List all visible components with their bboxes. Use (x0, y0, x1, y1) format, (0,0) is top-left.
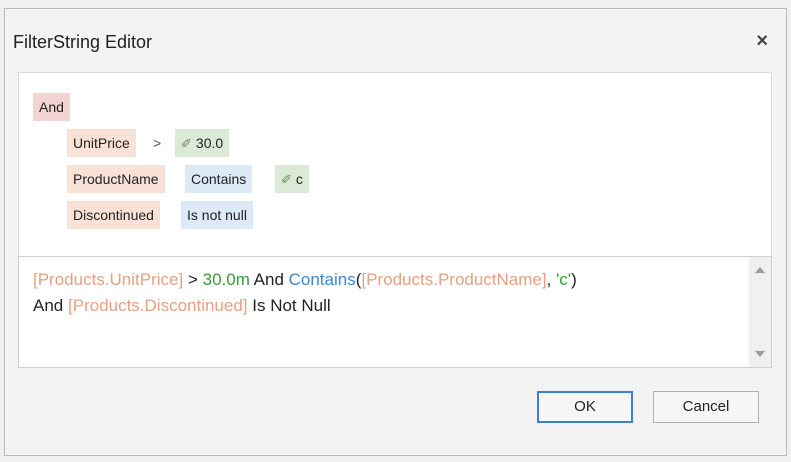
scroll-down-arrow-icon[interactable] (755, 351, 765, 357)
filter-expression-text: [Products.UnitPrice] > 30.0m And Contain… (33, 267, 735, 319)
condition-operator-isnotnull[interactable]: Is not null (181, 201, 253, 229)
expression-token-field: [Products.ProductName] (361, 270, 547, 289)
cancel-button[interactable]: Cancel (653, 391, 759, 423)
expression-token-kw: And (33, 296, 68, 315)
title-bar: FilterString Editor × (5, 9, 786, 79)
expression-token-field: [Products.Discontinued] (67, 296, 248, 315)
group-operator-and[interactable]: And (33, 93, 70, 121)
expression-token-fn: Contains (288, 270, 356, 289)
filter-tree-panel: And UnitPrice > ✐ 30.0 ProductName Contai… (18, 72, 772, 256)
condition-field-discontinued[interactable]: Discontinued (67, 201, 160, 229)
expression-token-kw: Is Not Null (247, 296, 331, 315)
condition-field-unitprice[interactable]: UnitPrice (67, 129, 136, 157)
close-icon[interactable]: × (756, 31, 768, 51)
expression-token-kw: , (546, 270, 557, 289)
expression-token-kw: And (249, 270, 289, 289)
condition-operator-greater[interactable]: > (147, 129, 167, 157)
ok-button[interactable]: OK (537, 391, 633, 423)
expression-token-kw: > (183, 270, 203, 289)
condition-value-productname[interactable]: ✐ c (275, 165, 309, 193)
condition-value-unitprice[interactable]: ✐ 30.0 (175, 129, 230, 157)
vertical-scrollbar[interactable] (749, 257, 771, 367)
condition-value-text: 30.0 (195, 135, 224, 151)
expression-token-kw: ) (571, 270, 577, 289)
condition-operator-contains[interactable]: Contains (185, 165, 253, 193)
expression-token-field: [Products.UnitPrice] (33, 270, 184, 289)
expression-token-num: 'c' (556, 270, 572, 289)
condition-field-productname[interactable]: ProductName (67, 165, 165, 193)
condition-value-text: c (295, 171, 303, 187)
filter-expression-textarea[interactable]: [Products.UnitPrice] > 30.0m And Contain… (18, 256, 772, 368)
pencil-icon: ✐ (281, 172, 292, 187)
scroll-up-arrow-icon[interactable] (755, 267, 765, 273)
expression-token-num: 30.0m (202, 270, 250, 289)
pencil-icon: ✐ (181, 136, 192, 151)
dialog-title: FilterString Editor (13, 32, 153, 52)
